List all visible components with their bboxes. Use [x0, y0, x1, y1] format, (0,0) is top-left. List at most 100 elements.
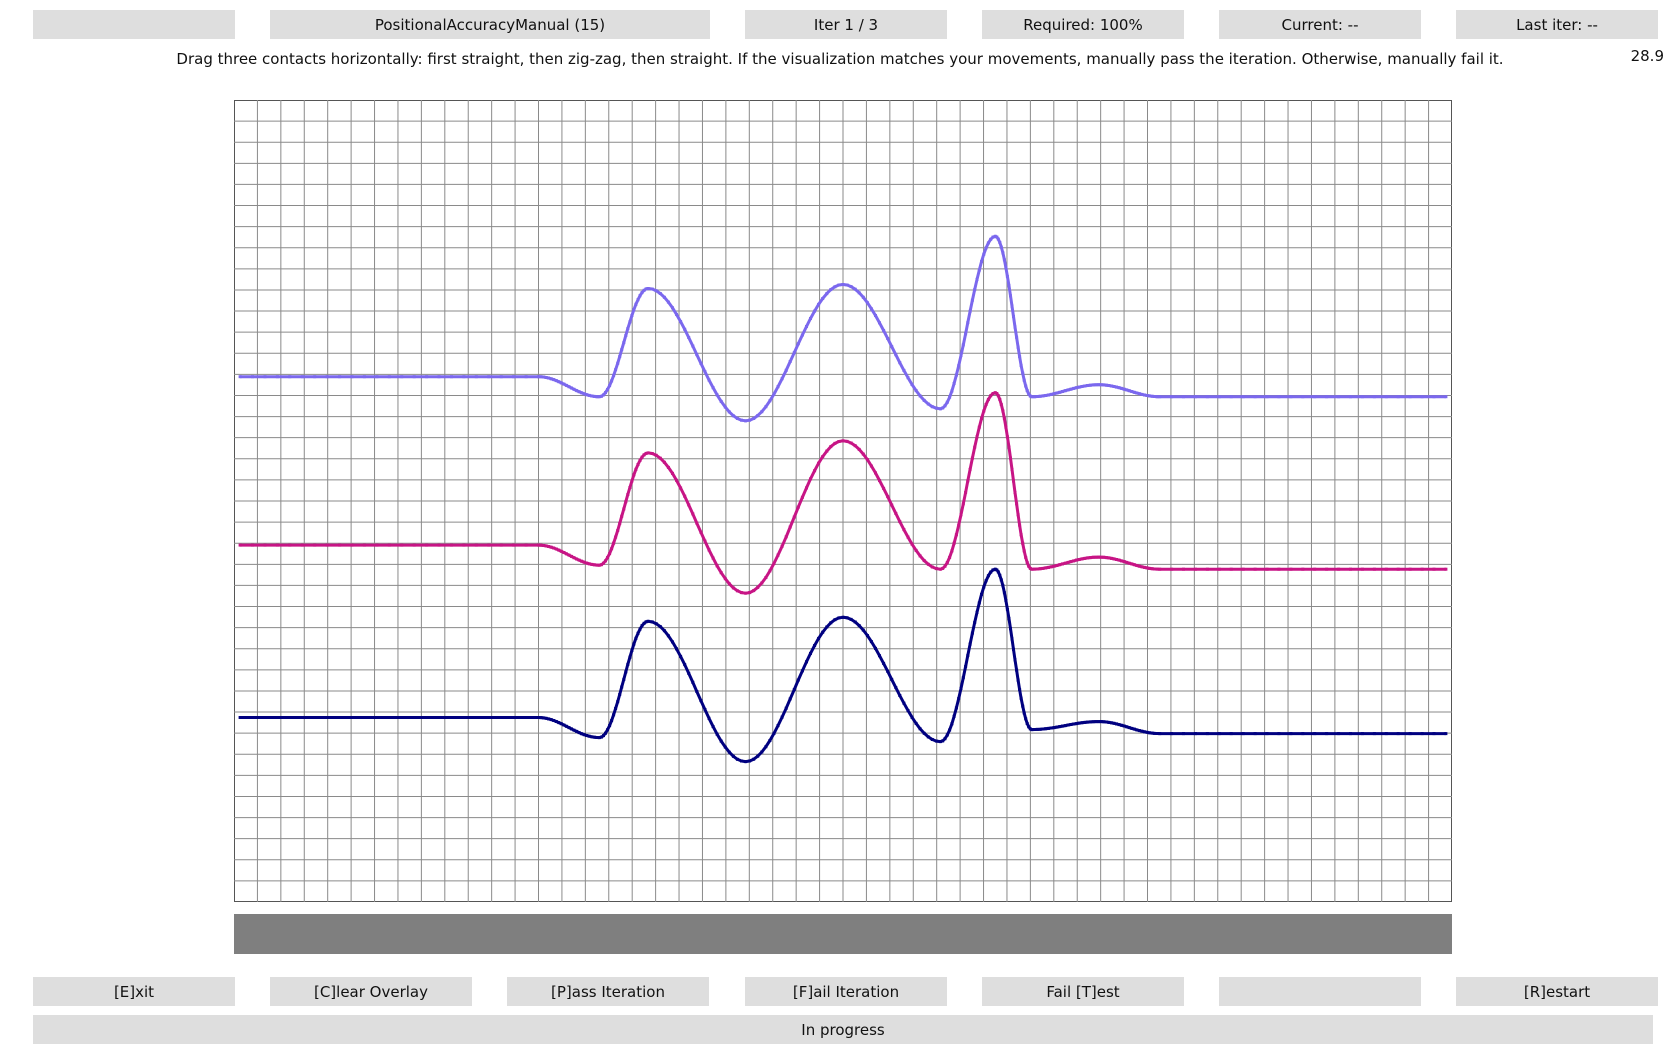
- touch-point: [632, 642, 636, 646]
- touch-point: [800, 333, 804, 337]
- touch-point: [996, 570, 1000, 574]
- last-iteration-result: Last iter: --: [1456, 10, 1658, 39]
- touch-point: [1058, 390, 1062, 394]
- touch-point: [982, 585, 986, 589]
- touch-point: [675, 312, 678, 316]
- touch-point: [658, 456, 662, 460]
- touch-point: [973, 445, 977, 449]
- touch-point: [572, 387, 576, 391]
- touch-point: [1432, 567, 1436, 571]
- touch-point: [756, 754, 760, 758]
- progress-bar: [234, 914, 1452, 954]
- touch-point: [1038, 394, 1042, 398]
- status-bar: In progress: [33, 1015, 1653, 1044]
- touch-point: [764, 745, 768, 749]
- touch-point: [1015, 668, 1019, 672]
- touch-point: [618, 355, 622, 359]
- touch-point: [768, 569, 772, 573]
- touch-point: [1047, 726, 1050, 730]
- pass-iteration-button[interactable]: [P]ass Iteration: [507, 977, 709, 1006]
- restart-button[interactable]: [R]estart: [1456, 977, 1658, 1006]
- touch-point: [809, 477, 812, 481]
- touch-point: [934, 406, 938, 410]
- touch-point: [636, 631, 640, 635]
- touch-point: [487, 716, 491, 719]
- touch-point: [1030, 728, 1034, 732]
- touch-point: [890, 345, 894, 349]
- touch-point: [630, 314, 634, 317]
- fail-test-button[interactable]: Fail [T]est: [982, 977, 1184, 1006]
- touch-point: [624, 334, 628, 337]
- touch-point: [727, 750, 731, 754]
- touch-point: [821, 455, 825, 459]
- touch-point: [760, 750, 764, 754]
- touch-point: [894, 686, 898, 690]
- touch-point: [943, 737, 947, 741]
- touch-point: [658, 292, 662, 295]
- touch-point: [918, 554, 922, 558]
- touch-point: [1055, 391, 1059, 395]
- touch-point: [1012, 315, 1015, 318]
- touch-point: [752, 417, 756, 420]
- touch-point: [622, 507, 626, 511]
- touch-point: [288, 716, 292, 719]
- touch-point: [636, 463, 640, 466]
- touch-point: [833, 618, 837, 622]
- touch-point: [1158, 395, 1162, 399]
- touch-point: [1349, 395, 1352, 399]
- touch-point: [1030, 567, 1034, 571]
- clear-overlay-button[interactable]: [C]lear Overlay: [270, 977, 472, 1006]
- touch-point: [539, 716, 543, 720]
- touch-point: [325, 375, 329, 379]
- touch-point: [375, 716, 379, 719]
- touch-point: [604, 391, 607, 395]
- touch-point: [1041, 566, 1045, 570]
- touch-point: [1066, 560, 1070, 564]
- touch-point: [1009, 456, 1012, 460]
- touch-point: [606, 728, 609, 732]
- touch-point: [524, 375, 528, 379]
- touch-point: [687, 671, 691, 675]
- touch-point: [552, 546, 556, 550]
- touch-point: [1127, 561, 1131, 565]
- touch-point: [1022, 549, 1026, 553]
- touch-point: [1088, 720, 1092, 724]
- touch-point: [338, 716, 342, 719]
- touch-point: [552, 719, 556, 722]
- touch-point: [968, 309, 972, 313]
- touch-visualization-grid[interactable]: [234, 100, 1452, 902]
- touch-point: [1009, 627, 1012, 631]
- touch-point: [998, 240, 1002, 244]
- touch-point: [735, 757, 739, 761]
- exit-button[interactable]: [E]xit: [33, 977, 235, 1006]
- touch-point: [666, 465, 670, 469]
- touch-point: [756, 414, 760, 418]
- touch-point: [683, 494, 687, 498]
- touch-point: [614, 368, 618, 372]
- touch-point: [882, 329, 886, 332]
- touch-point: [711, 556, 715, 560]
- touch-point: [626, 327, 630, 331]
- touch-point: [1016, 678, 1020, 682]
- touch-point: [559, 381, 563, 385]
- touch-point: [618, 693, 622, 696]
- touch-point: [809, 317, 812, 320]
- touch-point: [914, 548, 918, 552]
- touch-point: [1148, 566, 1151, 570]
- required-percentage: Required: 100%: [982, 10, 1184, 39]
- touch-point: [954, 706, 958, 710]
- touch-point: [1015, 502, 1019, 506]
- touch-point: [634, 467, 638, 471]
- touch-point: [1120, 723, 1124, 727]
- touch-point: [592, 394, 596, 398]
- fail-iteration-button[interactable]: [F]ail Iteration: [745, 977, 947, 1006]
- touch-point: [707, 378, 711, 382]
- touch-point: [616, 529, 620, 532]
- empty-button[interactable]: [1219, 977, 1421, 1006]
- touch-point: [1038, 567, 1042, 571]
- touch-point: [638, 458, 642, 462]
- touch-point: [462, 716, 466, 719]
- touch-point: [898, 520, 902, 524]
- touch-point: [845, 283, 849, 287]
- touch-point: [614, 707, 618, 710]
